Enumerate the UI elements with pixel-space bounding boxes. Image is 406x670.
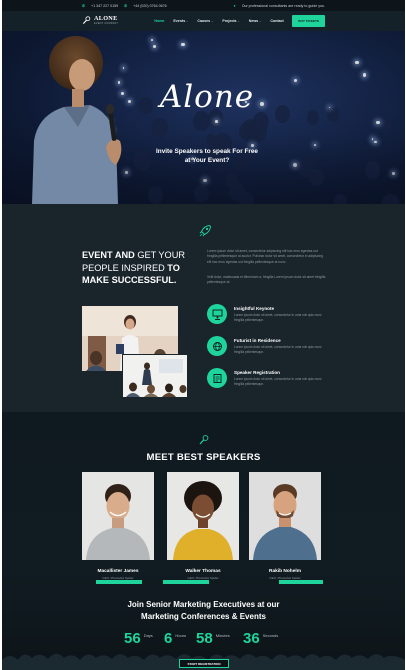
phone-icon: ✆ [82,3,86,8]
countdown-value: 6 [164,630,173,647]
feature-desc: Lorem ipsum dolor sit amet, consectetur … [234,345,322,355]
countdown-days: 56 Days [124,631,153,646]
join-line-1: Join Senior Marketing Executives at our [127,600,280,609]
phone2-icon: ✆ [124,3,128,8]
hero-subtitle-line2: at Your Event? [184,157,230,164]
feature-item: Futurist in Residence Lorem ipsum dolor … [207,336,337,356]
chevron-down-icon: ⌄ [211,20,214,23]
feature-desc: Lorem ipsum dolor sit amet, consectetur … [234,313,322,323]
speaker-card[interactable]: Rakib Nohelm CEO, Photoshot Spider [249,472,323,584]
heading-part-5: MAKE SUCCESSFUL. [82,275,177,285]
join-heading: Join Senior Marketing Executives at our … [2,599,405,623]
nav-item-events[interactable]: Events⌄ [173,19,188,23]
feature-title: Speaker Registration [234,370,280,375]
audience-meeting-image [122,354,188,398]
info-icon: ● [233,3,236,8]
countdown-label: Hours [175,633,187,638]
nav-item-label: Home [154,19,165,23]
topbar-notice: Our professional consultants are ready t… [241,3,325,8]
globe-icon [207,336,227,356]
nav-item-label: News [248,19,259,23]
speaker-with-microphone-image [32,36,122,204]
speakers-heading: MEET BEST SPEAKERS [146,452,261,463]
nav-item-label: Events [173,19,186,23]
site-logo[interactable]: ALONE EVENT COMPANY [82,15,119,26]
buy-tickets-button[interactable]: BUY TICKETS [292,15,325,27]
speakers-section: MEET BEST SPEAKERS Macallister James CEO… [2,412,405,670]
speaker-photo [167,472,239,560]
card-accent-bar [279,580,323,584]
top-info-bar: ✆ +1 347 227 0159 ✆ +44 (020) 0764 0676 … [2,0,405,11]
website-frame: ✆ +1 347 227 0159 ✆ +44 (020) 0764 0676 … [2,0,405,670]
hero-subtitle-line1: Invite Speakers to speak For Free [156,148,258,155]
countdown-label: Days [143,633,153,638]
countdown-seconds: 36 Seconds [243,631,278,646]
heading-part-2: GET YOUR [137,250,185,260]
speaker-card[interactable]: Macallister James CEO, Photoshot Spider [82,472,154,584]
topbar-phone[interactable]: +1 347 227 0159 [91,4,118,8]
speaker-name[interactable]: Macallister James [82,569,154,574]
feature-item: Speaker Registration Lorem ipsum dolor s… [207,368,337,388]
speaker-photo [249,472,321,560]
hero-script-title: Alone [159,79,255,115]
speaker-card[interactable]: Walker Thomas CEO, Photoshot Spider [163,472,239,584]
topbar-phone2[interactable]: +44 (020) 0764 0676 [133,4,166,8]
nav-item-label: Projects [222,19,237,23]
nav-item-causes[interactable]: Causes⌄ [197,19,213,23]
nav-item-home[interactable]: Home [154,19,164,23]
nav-item-projects[interactable]: Projects⌄ [222,19,239,23]
feature-title: Insightful Keynote [234,306,275,311]
about-section: EVENT AND GET YOUR PEOPLE INSPIRED TO MA… [2,204,405,412]
feature-title: Futurist in Residence [234,338,281,343]
rocket-icon [199,224,212,237]
countdown-hours: 6 Hours [164,631,186,646]
countdown-label: Seconds [262,633,279,638]
start-registration-button[interactable]: START REGISTRATION [179,659,229,668]
heading-part-4: TO [167,262,180,273]
about-heading: EVENT AND GET YOUR PEOPLE INSPIRED TO MA… [82,249,192,287]
card-accent-bar [163,580,209,584]
card-accent-bar [96,580,142,584]
main-navbar: ALONE EVENT COMPANY Home Events⌄ Causes⌄ Pr… [2,11,405,31]
hero-section: Alone Invite Speakers to speak For Free … [2,31,405,204]
presenter-icon [207,304,227,324]
chevron-down-icon: ⌄ [186,20,189,23]
speaker-name[interactable]: Walker Thomas [167,569,239,574]
microphone-logo-icon [82,16,91,25]
speaker-name[interactable]: Rakib Nohelm [249,569,321,574]
nav-item-contact[interactable]: Contact [270,19,283,23]
countdown-label: Minutes [215,633,230,638]
join-line-2: Marketing Conferences & Events [141,612,266,621]
nav-item-label: Causes [197,19,211,23]
heading-part-3: PEOPLE INSPIRED [82,262,165,273]
registration-icon [207,368,227,388]
countdown-value: 56 [124,630,141,647]
countdown-minutes: 58 Minutes [196,631,230,646]
countdown-value: 58 [196,630,213,647]
speaker-photo [82,472,154,560]
chevron-down-icon: ⌄ [259,20,262,23]
heading-part-1: EVENT AND [82,250,135,260]
nav-item-label: Contact [270,19,284,23]
page: ✆ +1 347 227 0159 ✆ +44 (020) 0764 0676 … [0,0,406,670]
hero-subtitle: Invite Speakers to speak For Free at You… [142,147,272,165]
nav-menu: Home Events⌄ Causes⌄ Projects⌄ News⌄ Contact [154,19,283,23]
microphone-icon [199,435,209,445]
about-paragraph-1: Lorem ipsum dolor sit amet, consectetur … [207,249,324,264]
countdown-value: 36 [243,630,260,647]
feature-desc: Lorem ipsum dolor sit amet, consectetur … [234,377,322,387]
feature-item: Insightful Keynote Lorem ipsum dolor sit… [207,304,337,324]
about-paragraph-2: Velit dolor, malesuada et bibendum a, fr… [207,275,326,285]
chevron-down-icon: ⌄ [237,20,240,23]
logo-tagline: EVENT COMPANY [94,22,119,26]
nav-item-news[interactable]: News⌄ [249,19,262,23]
